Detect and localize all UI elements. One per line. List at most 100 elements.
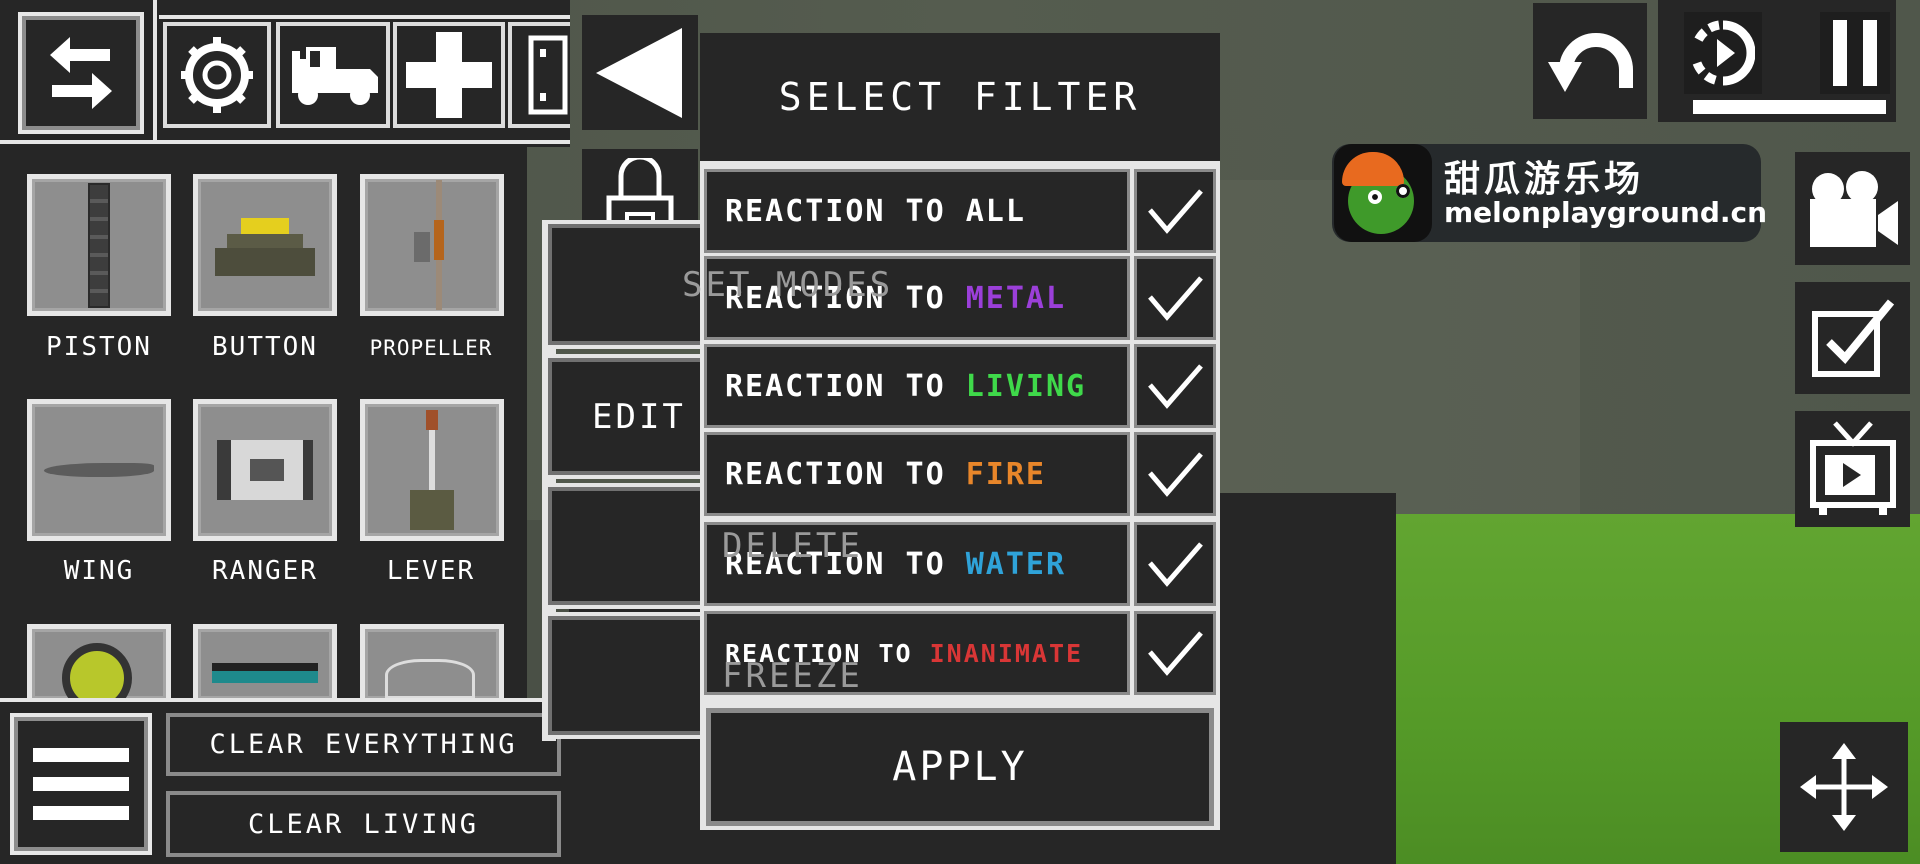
item-label: BUTTON	[212, 332, 318, 362]
apply-button[interactable]: APPLY	[706, 708, 1214, 826]
filter-row-fire[interactable]: REACTION TO FIRE	[704, 432, 1130, 516]
undo-icon	[1537, 7, 1643, 115]
movie-camera-icon	[1799, 156, 1906, 261]
checkmark-icon	[1148, 452, 1203, 497]
filter-prefix: REACTION TO	[725, 280, 966, 316]
item-generator[interactable]	[360, 624, 504, 704]
pause-button[interactable]	[1820, 12, 1890, 94]
slow-motion-button[interactable]	[1684, 12, 1762, 94]
item-thruster[interactable]	[193, 624, 337, 704]
clear-everything-label: CLEAR EVERYTHING	[209, 729, 518, 760]
item-label: LEVER	[386, 556, 476, 586]
filter-checkbox[interactable]	[1134, 169, 1216, 253]
filter-row-metal[interactable]: REACTION TO METAL	[704, 256, 1130, 340]
item-propeller[interactable]	[360, 174, 504, 316]
filter-keyword: FIRE	[965, 456, 1046, 492]
thruster-icon	[212, 663, 318, 683]
filter-row-all[interactable]: REACTION TO ALL	[704, 169, 1130, 253]
item-label: RANGER	[212, 556, 318, 586]
swap-arrows-icon	[22, 16, 140, 130]
filter-checkbox[interactable]	[1134, 611, 1216, 695]
hamburger-menu-icon	[14, 717, 148, 851]
filter-keyword: LIVING	[965, 368, 1087, 404]
checkmark-icon	[1148, 364, 1203, 409]
watermark-title: 甜瓜游乐场	[1444, 159, 1645, 200]
filter-checkbox[interactable]	[1134, 432, 1216, 516]
filter-checkbox[interactable]	[1134, 256, 1216, 340]
triangle-left-icon	[586, 19, 694, 126]
filter-prefix: REACTION TO	[725, 456, 966, 492]
item-piston[interactable]	[27, 174, 171, 316]
item-button[interactable]	[193, 174, 337, 316]
clear-living-label: CLEAR LIVING	[247, 808, 480, 840]
tv-button[interactable]	[1795, 411, 1910, 527]
filter-keyword: ALL	[965, 193, 1026, 229]
dialog-title: SELECT FILTER	[700, 33, 1220, 161]
jeep-icon	[280, 26, 386, 124]
item-label: PROPELLER	[369, 336, 493, 360]
apply-label: APPLY	[892, 744, 1028, 790]
filter-checkbox[interactable]	[1134, 344, 1216, 428]
watermark-badge: 甜瓜游乐场 melonplayground.cn	[1332, 144, 1767, 242]
item-lever[interactable]	[360, 399, 504, 541]
time-scale-fill	[1693, 100, 1886, 114]
watermark-url: melonplayground.cn	[1444, 196, 1768, 229]
back-button[interactable]	[582, 15, 698, 130]
melon-logo	[1334, 144, 1432, 242]
category-gadgets-button[interactable]	[163, 22, 271, 128]
category-machinery-button[interactable]	[508, 22, 570, 128]
tv-icon	[1799, 415, 1906, 523]
checkmark-icon	[1148, 542, 1203, 587]
item-wing[interactable]	[27, 399, 171, 541]
swap-button[interactable]	[18, 12, 144, 134]
item-ranger[interactable]	[193, 399, 337, 541]
checkmark-icon	[1148, 276, 1203, 321]
filter-row-living[interactable]: REACTION TO LIVING	[704, 344, 1130, 428]
time-scale-bar[interactable]	[1693, 100, 1886, 114]
wing-icon	[32, 404, 166, 536]
toolbar-border	[159, 15, 570, 19]
toolbar-divider	[153, 0, 157, 144]
category-medical-button[interactable]	[393, 22, 505, 128]
clear-everything-button[interactable]: CLEAR EVERYTHING	[166, 713, 561, 776]
filter-row-inanimate[interactable]: REACTION TO INANIMATE	[704, 611, 1130, 695]
select-button[interactable]	[1795, 282, 1910, 394]
filter-row-water[interactable]: REACTION TO WATER	[704, 522, 1130, 606]
checkmark-icon	[1148, 631, 1203, 676]
slow-motion-icon	[1684, 12, 1762, 94]
light-icon	[62, 643, 132, 699]
item-label: WING	[63, 556, 135, 586]
ranger-icon	[198, 404, 332, 536]
propeller-icon	[365, 179, 499, 311]
filter-keyword: WATER	[965, 546, 1067, 582]
piston-icon	[32, 179, 166, 311]
filter-checkbox[interactable]	[1134, 522, 1216, 606]
bottom-divider	[0, 698, 570, 702]
filter-keyword: METAL	[965, 280, 1067, 316]
move-arrows-icon	[1784, 726, 1904, 848]
category-vehicles-button[interactable]	[276, 22, 390, 128]
button-icon	[198, 179, 332, 311]
checkmark-icon	[1148, 189, 1203, 234]
plus-icon	[397, 26, 501, 124]
filter-prefix: REACTION TO	[725, 193, 966, 229]
filter-prefix: REACTION TO	[725, 368, 966, 404]
filter-keyword: INANIMATE	[929, 638, 1084, 668]
generator-icon	[385, 659, 475, 699]
pause-icon	[1820, 12, 1890, 94]
machinery-icon	[512, 26, 570, 124]
clear-living-button[interactable]: CLEAR LIVING	[166, 791, 561, 857]
select-filter-dialog: SELECT FILTER REACTION TO ALL REACTION TO…	[700, 33, 1220, 830]
move-tool-button[interactable]	[1780, 722, 1908, 852]
undo-button[interactable]	[1533, 3, 1647, 119]
gear-icon	[167, 26, 267, 124]
item-label: PISTON	[46, 332, 152, 362]
camera-button[interactable]	[1795, 152, 1910, 265]
item-light[interactable]	[27, 624, 171, 704]
lever-icon	[365, 404, 499, 536]
time-controls	[1658, 0, 1896, 122]
main-menu-button[interactable]	[10, 713, 152, 855]
checkbox-icon	[1799, 286, 1906, 390]
filter-prefix: REACTION TO	[725, 546, 966, 582]
filter-prefix: REACTION TO	[725, 638, 930, 668]
